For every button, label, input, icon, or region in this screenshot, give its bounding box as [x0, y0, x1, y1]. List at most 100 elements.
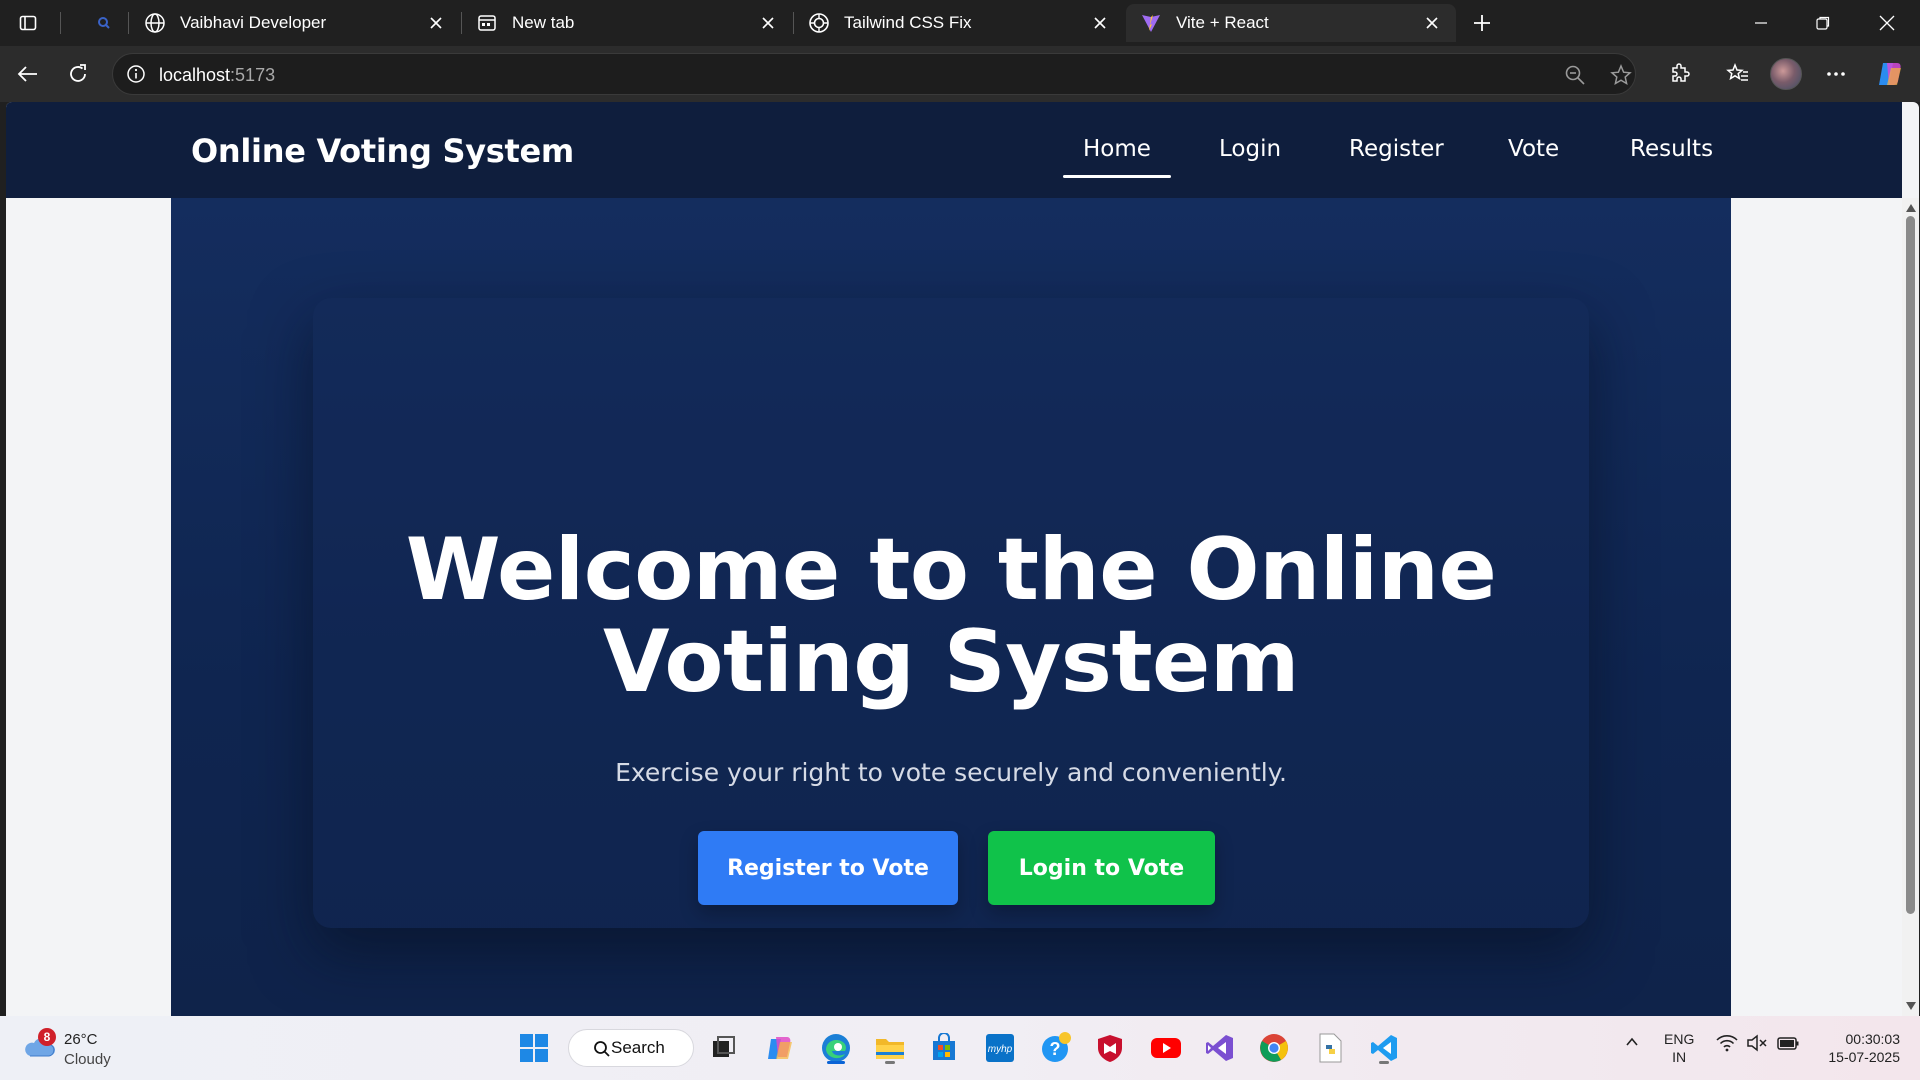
copilot-icon[interactable] — [762, 1030, 798, 1066]
myhp-icon[interactable]: myhp — [982, 1030, 1018, 1066]
copilot-button[interactable] — [1874, 58, 1906, 90]
tab-label: New tab — [512, 13, 575, 32]
refresh-button[interactable] — [62, 58, 94, 90]
task-view-icon[interactable] — [706, 1030, 742, 1066]
vscode-icon[interactable] — [1366, 1030, 1402, 1066]
puzzle-icon — [1672, 63, 1690, 82]
scrollbar-thumb[interactable] — [1906, 216, 1915, 914]
weather-alert-badge: 8 — [38, 1028, 56, 1046]
hero-title: Welcome to the Online Voting System — [313, 524, 1589, 708]
running-indicator — [1379, 1061, 1389, 1064]
plus-icon — [1474, 15, 1490, 31]
nav-vote[interactable]: Vote — [1508, 136, 1559, 162]
tab-new-tab[interactable]: New tab — [462, 4, 792, 42]
globe-icon — [144, 12, 166, 34]
minimize-button[interactable] — [1730, 0, 1792, 46]
back-arrow-icon — [17, 66, 37, 82]
taskbar-search[interactable]: Search — [568, 1029, 694, 1067]
favorites-button[interactable] — [1722, 58, 1754, 90]
clock-date: 15-07-2025 — [1828, 1049, 1900, 1065]
tab-tailwind-css-fix[interactable]: Tailwind CSS Fix — [794, 4, 1124, 42]
input-language-indicator[interactable]: ENG IN — [1664, 1030, 1694, 1066]
nav-register[interactable]: Register — [1349, 136, 1444, 162]
profile-avatar[interactable] — [1770, 58, 1802, 90]
hero-subtitle: Exercise your right to vote securely and… — [615, 758, 1287, 787]
system-clock[interactable]: 00:30:03 15-07-2025 — [1810, 1030, 1900, 1066]
visual-studio-icon[interactable] — [1202, 1030, 1238, 1066]
weather-temperature: 26°C — [64, 1031, 98, 1048]
language-code: ENG — [1664, 1031, 1695, 1047]
site-brand[interactable]: Online Voting System — [191, 132, 574, 170]
tab-label: Vaibhavi Developer — [180, 13, 327, 32]
wifi-icon[interactable] — [1716, 1034, 1738, 1055]
close-icon — [1879, 15, 1895, 31]
new-tab-button[interactable] — [1466, 8, 1498, 38]
clock-time: 00:30:03 — [1845, 1031, 1901, 1047]
python-file-icon[interactable] — [1312, 1030, 1348, 1066]
tab-label: Tailwind CSS Fix — [844, 13, 972, 32]
tab-actions — [10, 8, 130, 38]
close-tab-icon[interactable] — [1090, 13, 1110, 33]
close-window-button[interactable] — [1856, 0, 1918, 46]
close-tab-icon[interactable] — [426, 13, 446, 33]
scroll-down-arrow-icon[interactable] — [1906, 1002, 1916, 1010]
restore-button[interactable] — [1792, 0, 1854, 46]
site-info-icon[interactable] — [125, 63, 147, 85]
restore-icon — [1816, 16, 1830, 30]
search-icon — [594, 1041, 610, 1057]
search-label: Search — [611, 1038, 665, 1057]
close-tab-icon[interactable] — [758, 13, 778, 33]
nav-results[interactable]: Results — [1630, 136, 1713, 162]
register-to-vote-button[interactable]: Register to Vote — [698, 831, 958, 905]
nav-login[interactable]: Login — [1219, 136, 1281, 162]
close-tab-icon[interactable] — [1422, 13, 1442, 33]
file-explorer-icon[interactable] — [872, 1030, 908, 1066]
hero-card: Welcome to the Online Voting System Exer… — [313, 298, 1589, 928]
edge-icon[interactable] — [818, 1030, 854, 1066]
windows-start-icon[interactable] — [516, 1030, 552, 1066]
openai-icon — [808, 12, 830, 34]
favorite-star-icon[interactable] — [1609, 63, 1633, 87]
site-navbar: Online Voting System Home Login Register… — [6, 102, 1902, 198]
address-bar[interactable]: localhost:5173 — [112, 53, 1636, 95]
hero-title-line-1: Welcome to the Online — [405, 520, 1497, 620]
running-indicator — [827, 1061, 845, 1064]
volume-muted-icon[interactable] — [1746, 1034, 1768, 1055]
tab-actions-divider — [60, 12, 61, 34]
scroll-up-arrow-icon[interactable] — [1906, 204, 1916, 212]
chrome-icon[interactable] — [1256, 1030, 1292, 1066]
running-indicator — [885, 1061, 895, 1064]
nav-home[interactable]: Home — [1063, 136, 1171, 178]
login-to-vote-button[interactable]: Login to Vote — [988, 831, 1215, 905]
settings-more-button[interactable] — [1820, 58, 1852, 90]
tab-vaibhavi-developer[interactable]: Vaibhavi Developer — [130, 4, 460, 42]
battery-icon[interactable] — [1776, 1034, 1800, 1055]
youtube-icon[interactable] — [1148, 1030, 1184, 1066]
hero-title-line-2: Voting System — [603, 612, 1300, 712]
url-host: localhost — [159, 65, 231, 85]
page-scrollbar[interactable] — [1902, 198, 1919, 1016]
help-icon[interactable]: ? — [1038, 1030, 1074, 1066]
windows-taskbar: 8 26°C Cloudy Search myhp ? ENG IN 00:30… — [0, 1016, 1920, 1080]
address-url: localhost:5173 — [159, 65, 275, 86]
tab-actions-menu-icon[interactable] — [16, 11, 40, 35]
show-hidden-icons-chevron-up-icon[interactable] — [1624, 1034, 1640, 1053]
back-button[interactable] — [12, 58, 44, 90]
weather-widget[interactable]: 8 26°C Cloudy — [20, 1028, 130, 1072]
zoom-out-icon[interactable] — [1563, 63, 1587, 87]
copilot-icon — [1879, 63, 1901, 85]
more-dots-icon — [1827, 72, 1845, 76]
browser-tab-strip: Vaibhavi Developer New tab Tailwind CSS … — [0, 0, 1920, 46]
refresh-icon — [70, 64, 86, 82]
hero-section: Welcome to the Online Voting System Exer… — [171, 198, 1731, 1016]
microsoft-store-icon[interactable] — [926, 1030, 962, 1066]
extensions-button[interactable] — [1664, 58, 1696, 90]
mcafee-icon[interactable] — [1092, 1030, 1128, 1066]
language-region: IN — [1672, 1049, 1687, 1065]
tab-label: Vite + React — [1176, 13, 1269, 32]
tab-vite-react[interactable]: Vite + React — [1126, 4, 1456, 42]
weather-condition: Cloudy — [64, 1051, 111, 1068]
search-tabs-icon[interactable] — [92, 11, 116, 35]
favorites-list-icon — [1726, 62, 1748, 81]
newtab-page-icon — [476, 12, 498, 34]
